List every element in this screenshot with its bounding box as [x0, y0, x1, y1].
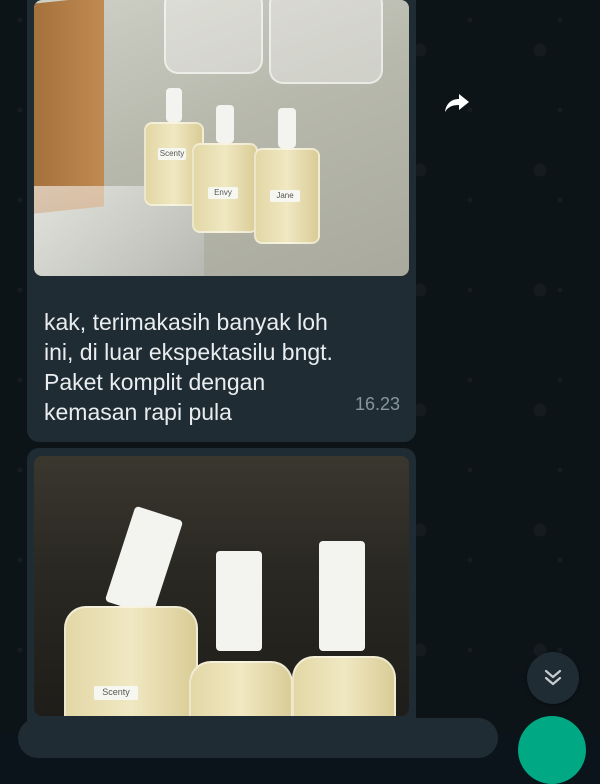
perfume-bottle: Envy: [192, 105, 258, 235]
perfume-bottle: Scenty: [64, 505, 204, 716]
message-caption: kak, terimakasih banyak loh ini, di luar…: [44, 307, 394, 427]
photo-glass-jar: [269, 0, 383, 84]
perfume-bottle: [292, 541, 396, 716]
bottle-label: Envy: [208, 187, 238, 199]
caption-line: kemasan rapi pula: [44, 399, 232, 425]
photo-glass-jar: [164, 0, 263, 74]
double-chevron-down-icon: [544, 669, 562, 686]
scroll-to-bottom-button[interactable]: [527, 652, 579, 704]
send-button[interactable]: [518, 716, 586, 784]
bottle-label: Scenty: [94, 686, 138, 700]
perfume-bottle: [189, 551, 293, 716]
forward-arrow-icon: [445, 94, 469, 112]
bottle-label: Jane: [270, 190, 300, 202]
photo-cardboard: [34, 0, 104, 214]
message-photo[interactable]: Scenty: [34, 456, 409, 716]
incoming-message-bubble[interactable]: Scenty: [27, 448, 416, 748]
message-photo[interactable]: Scenty Envy Jane: [34, 0, 409, 276]
message-input-bar[interactable]: [18, 718, 498, 758]
message-timestamp: 16.23: [354, 394, 400, 414]
caption-line: ini, di luar ekspektasilu bngt.: [44, 339, 333, 365]
forward-button[interactable]: [440, 86, 474, 120]
incoming-message-bubble[interactable]: Scenty Envy Jane kak, terimakasih banyak…: [27, 0, 416, 442]
caption-line: kak, terimakasih banyak loh: [44, 309, 328, 335]
bottle-label: Scenty: [158, 148, 186, 160]
caption-line: Paket komplit dengan: [44, 369, 266, 395]
perfume-bottle: Jane: [254, 108, 320, 248]
